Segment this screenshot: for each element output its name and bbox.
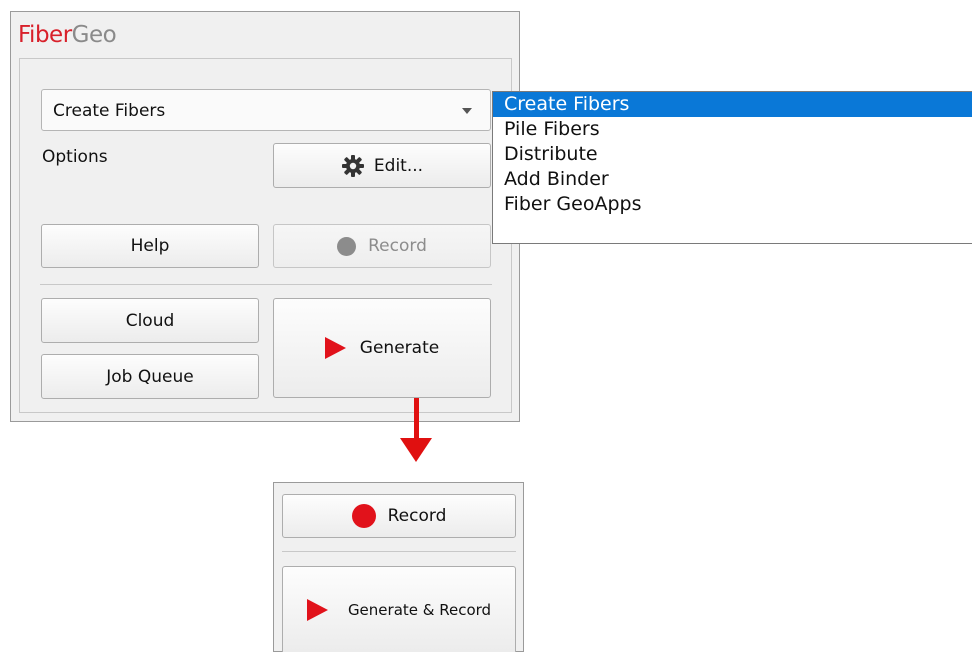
separator [40,284,492,285]
app-title-fiber: Fiber [18,22,72,48]
combobox-value: Create Fibers [53,101,166,121]
record-dot-icon [337,236,357,256]
gear-icon [341,154,364,177]
generate-button-label: Generate [359,338,440,358]
record-button[interactable]: Record [273,224,491,268]
generate-button[interactable]: Generate [273,298,491,398]
play-triangle-icon [306,598,328,621]
generate-record-label: Generate & Record [347,600,492,619]
dropdown-item-pile-fibers[interactable]: Pile Fibers [493,117,972,142]
record-button-active[interactable]: Record [282,494,516,538]
job-queue-button-label: Job Queue [106,366,194,387]
edit-button-label: Edit... [373,155,424,176]
mode-combobox[interactable]: Create Fibers [41,89,491,131]
cloud-button[interactable]: Cloud [41,298,259,343]
play-triangle-icon [324,337,346,359]
help-button[interactable]: Help [41,224,259,268]
job-queue-button[interactable]: Job Queue [41,354,259,399]
separator [282,551,516,552]
dropdown-item-add-binder[interactable]: Add Binder [493,167,972,192]
record-dot-icon [351,504,376,528]
app-title-geo: Geo [71,22,117,48]
mode-dropdown-list: Create Fibers Pile Fibers Distribute Add… [492,91,972,244]
chevron-down-icon [462,108,472,114]
generate-record-button[interactable]: Generate & Record [282,566,516,652]
help-button-label: Help [130,236,170,256]
dropdown-item-fiber-geoapps[interactable]: Fiber GeoApps [493,192,972,217]
annotation-arrow-head-icon [400,438,432,462]
dropdown-item-distribute[interactable]: Distribute [493,142,972,167]
edit-button[interactable]: Edit... [273,143,491,188]
dropdown-item-create-fibers[interactable]: Create Fibers [493,92,972,117]
cloud-button-label: Cloud [125,310,175,331]
app-title: FiberGeo [18,22,117,48]
record-active-label: Record [387,506,447,526]
record-button-label: Record [368,236,427,256]
options-label: Options [42,147,108,167]
